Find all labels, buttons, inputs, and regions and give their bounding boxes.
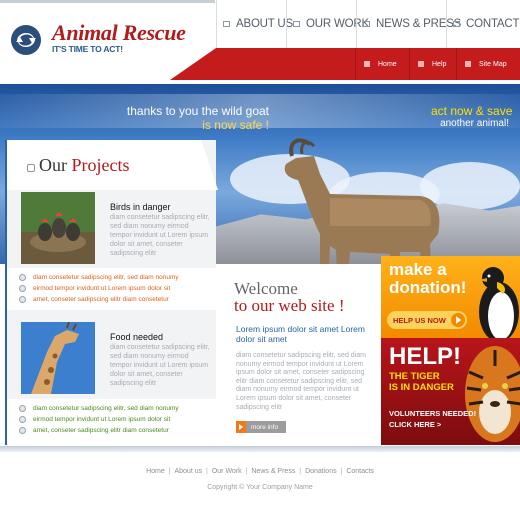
separator: |	[166, 468, 173, 475]
nav-square-icon	[363, 21, 370, 27]
welcome-title: Welcome to our web site !	[234, 280, 344, 314]
arrow-right-icon	[236, 421, 246, 433]
brand-title: Animal Rescue	[52, 20, 186, 45]
bullet-link[interactable]: eirmod tempor invidunt ut Lorem ipsum do…	[19, 414, 218, 425]
separator: |	[297, 468, 304, 475]
donation-title: make a donation!	[389, 261, 466, 297]
square-icon	[364, 61, 370, 67]
donation-banner[interactable]: make a donation! HELP US NOW	[381, 256, 520, 338]
header: Animal Rescue IT'S TIME TO ACT! About us…	[0, 0, 520, 84]
logo-icon	[11, 25, 41, 55]
sub-navigation: Home Help Site Map	[355, 48, 520, 80]
donation-line2: donation!	[389, 278, 467, 297]
tiger-danger-text: THE TIGER IS IN DANGER	[389, 371, 469, 393]
tiger-line2: IS IN DANGER	[389, 382, 454, 393]
nav-about-us[interactable]: About us	[216, 0, 293, 48]
nav-our-work[interactable]: Our work	[286, 0, 369, 48]
arrow-circle-icon	[451, 313, 465, 327]
subnav-label: Site Map	[479, 60, 507, 68]
welcome-lead: Lorem ipsum dolor sit amet Lorem dolor s…	[236, 324, 365, 344]
subnav-label: Home	[378, 60, 397, 68]
welcome-body: diam consetetur sadipscing elitr, sed di…	[236, 352, 366, 411]
nav-square-icon	[453, 21, 460, 27]
subnav-home[interactable]: Home	[355, 48, 409, 80]
penguin-image	[479, 267, 519, 338]
subnav-label: Help	[432, 60, 447, 68]
projects-title-our: Our	[39, 155, 67, 175]
top-divider	[0, 0, 215, 3]
project-bullets: diam consetetur sadipscing elitr, sed di…	[7, 268, 218, 310]
footer-link-about[interactable]: About us	[174, 468, 202, 475]
nav-contact[interactable]: Contact	[446, 0, 520, 48]
nav-news-press[interactable]: News & Press	[356, 0, 461, 48]
footer-link-contacts[interactable]: Contacts	[346, 468, 374, 475]
welcome-line1: Welcome	[234, 279, 298, 298]
more-info-button[interactable]: more info	[236, 421, 286, 433]
separator: |	[338, 468, 345, 475]
projects-panel: Our Projects Birds in danger diam conset…	[5, 140, 218, 445]
hero-right-line1: act now & save	[431, 104, 513, 118]
square-icon	[27, 164, 35, 172]
nav-label: About us	[236, 18, 293, 30]
volunteers-text: VOLUNTEERS NEEDED! CLICK HERE >	[389, 408, 479, 430]
bullet-link[interactable]: eirmod tempor invidunt ut Lorem ipsum do…	[19, 283, 218, 294]
nav-square-icon	[223, 21, 230, 27]
bullet-link[interactable]: diam consetetur sadipscing elitr, sed di…	[19, 272, 218, 283]
square-icon	[418, 61, 424, 67]
subnav-help[interactable]: Help	[409, 48, 456, 80]
hero-right-line2: another animal!	[440, 118, 509, 129]
welcome-line2: to our web site !	[234, 296, 345, 315]
giraffe-image[interactable]	[21, 322, 95, 394]
project-birds: Birds in danger diam consetetur sadipsci…	[7, 192, 218, 322]
project-title: Food needed	[110, 332, 164, 342]
help-us-now-button[interactable]: HELP US NOW	[387, 311, 467, 329]
top-navigation: About us Our work News & Press Contact	[216, 0, 520, 48]
footer-links: Home | About us | Our Work | News & Pres…	[0, 468, 520, 475]
footer-link-home[interactable]: Home	[146, 468, 165, 475]
nav-label: Contact	[466, 18, 520, 30]
tiger-line1: THE TIGER	[389, 371, 440, 382]
square-icon	[465, 61, 471, 67]
brand-tagline: IT'S TIME TO ACT!	[52, 44, 123, 54]
click-here-link[interactable]: CLICK HERE >	[389, 419, 479, 430]
hero-left-line2: is now safe !	[202, 118, 269, 132]
project-bullets: diam consetetur sadipscing elitr, sed di…	[7, 399, 218, 445]
hero-message-left: thanks to you the wild goat is now safe …	[127, 104, 269, 132]
tiger-banner[interactable]: HELP! THE TIGER IS IN DANGER VOLUNTEERS …	[381, 338, 520, 445]
help-us-now-label: HELP US NOW	[393, 315, 446, 325]
projects-title-projects: Projects	[71, 155, 130, 175]
projects-title: Our Projects	[39, 155, 130, 176]
tiger-help-title: HELP!	[389, 343, 461, 370]
separator: |	[204, 468, 210, 475]
footer-link-news[interactable]: News & Press	[251, 468, 295, 475]
project-food: Food needed diam consetetur sadipscing e…	[7, 322, 218, 445]
volunteers-line: VOLUNTEERS NEEDED!	[389, 409, 477, 418]
birds-image[interactable]	[21, 192, 95, 264]
footer-link-donations[interactable]: Donations	[305, 468, 337, 475]
more-info-label: more info	[251, 423, 279, 431]
donation-line1: make a	[389, 260, 447, 279]
project-description: diam consetetur sadipscing elitr, sed di…	[110, 214, 210, 257]
project-description: diam consetetur sadipscing elitr, sed di…	[110, 344, 210, 387]
welcome-section: Welcome to our web site ! Lorem ipsum do…	[218, 264, 380, 449]
separator: |	[243, 468, 250, 475]
nav-square-icon	[293, 21, 300, 27]
bullet-link[interactable]: amet, conseter sadipscing elitr diam con…	[19, 425, 218, 436]
subnav-site-map[interactable]: Site Map	[456, 48, 520, 80]
footer-link-our-work[interactable]: Our Work	[212, 468, 242, 475]
project-title: Birds in danger	[110, 202, 171, 212]
bullet-link[interactable]: diam consetetur sadipscing elitr, sed di…	[19, 403, 218, 414]
footer-divider	[0, 446, 520, 452]
bullet-link[interactable]: amet, conseter sadipscing elitr diam con…	[19, 294, 218, 305]
hero-message-right: act now & save another animal!	[431, 104, 513, 129]
projects-header: Our Projects	[7, 140, 218, 190]
copyright: Copyright © Your Company Name	[207, 484, 313, 491]
goat-image	[284, 138, 440, 264]
hero-left-line1: thanks to you the wild goat	[126, 104, 269, 118]
